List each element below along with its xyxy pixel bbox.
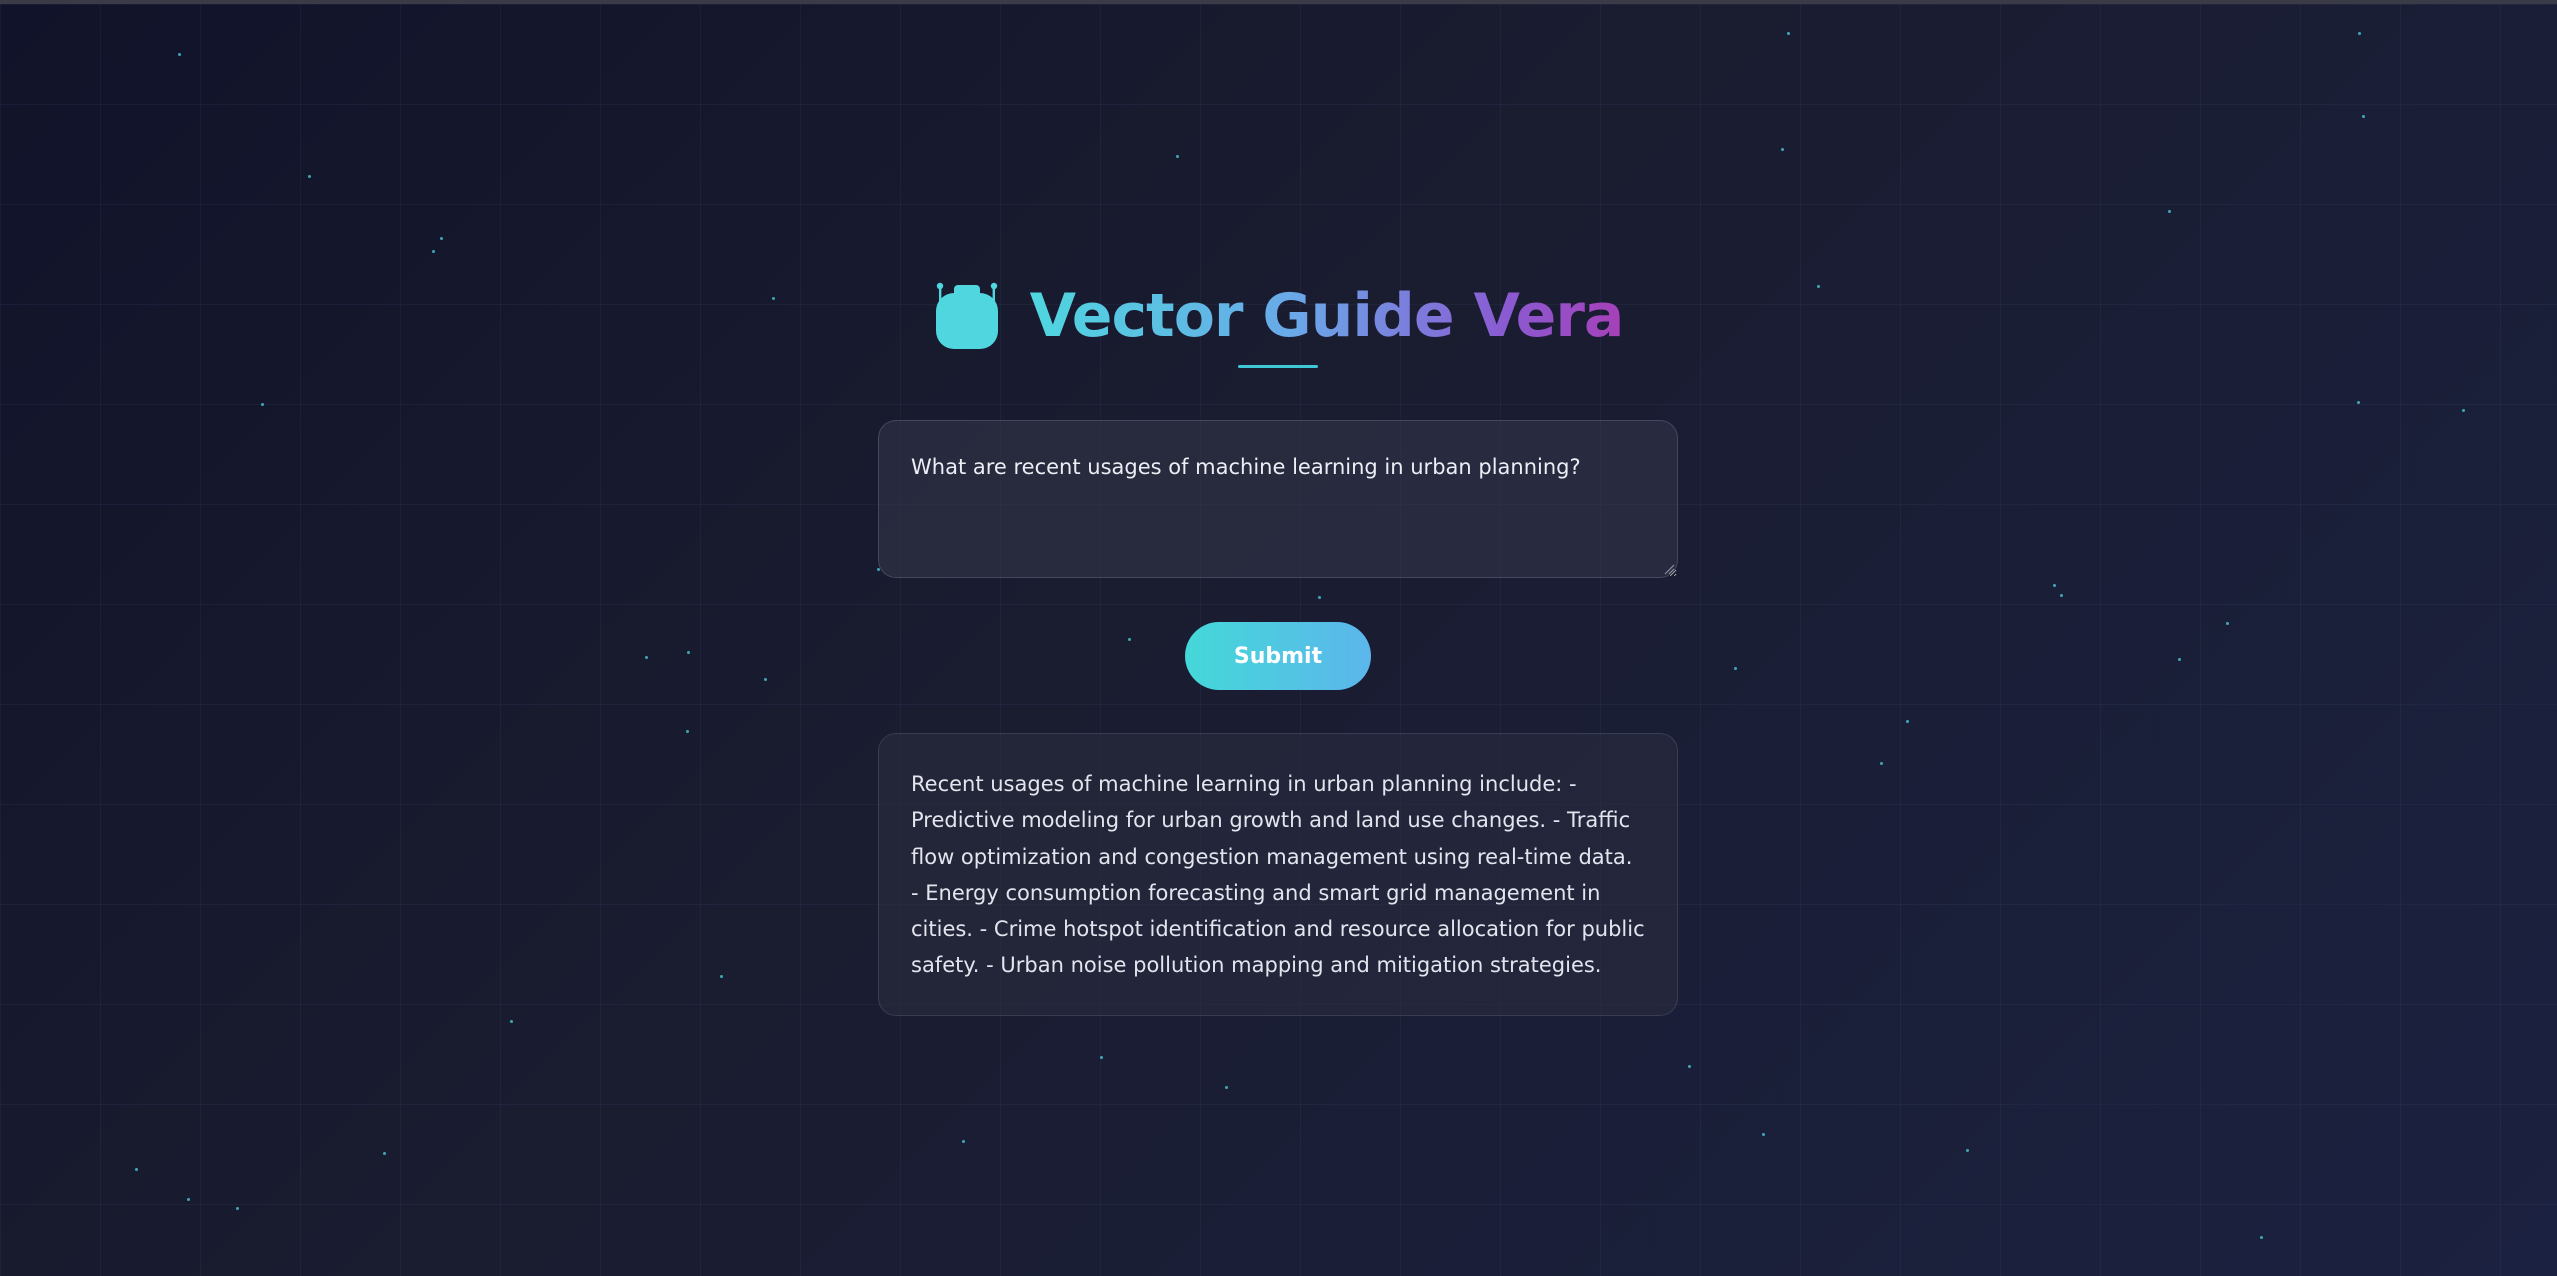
particle-dot (2168, 210, 2171, 213)
particle-dot (2358, 32, 2361, 35)
particle-dot (962, 1140, 965, 1143)
robot-icon (935, 282, 998, 349)
particle-dot (2357, 401, 2360, 404)
particle-dot (261, 403, 264, 406)
particle-dot (2060, 594, 2063, 597)
particle-dot (135, 1168, 138, 1171)
particle-dot (687, 651, 690, 654)
particle-dot (308, 175, 311, 178)
particle-dot (1100, 1056, 1103, 1059)
particle-dot (2462, 409, 2465, 412)
particle-dot (2362, 115, 2365, 118)
particle-dot (187, 1198, 190, 1201)
particle-dot (440, 237, 443, 240)
particle-dot (2226, 622, 2229, 625)
particle-dot (432, 250, 435, 253)
particle-dot (1906, 720, 1909, 723)
particle-dot (2178, 658, 2181, 661)
particle-dot (1781, 148, 1784, 151)
submit-button[interactable]: Submit (1185, 622, 1371, 690)
particle-dot (510, 1020, 513, 1023)
response-panel: Recent usages of machine learning in urb… (878, 733, 1678, 1016)
particle-dot (645, 656, 648, 659)
app-header: Vector Guide Vera (0, 276, 2557, 356)
particle-dot (720, 975, 723, 978)
particle-dot (2260, 1236, 2263, 1239)
particle-dot (1128, 638, 1131, 641)
query-input[interactable] (878, 420, 1678, 578)
particle-dot (1787, 32, 1790, 35)
particle-dot (2053, 584, 2056, 587)
particle-dot (764, 678, 767, 681)
particle-dot (1176, 155, 1179, 158)
particle-dot (1225, 1086, 1228, 1089)
particle-dot (236, 1207, 239, 1210)
particle-dot (1966, 1149, 1969, 1152)
particle-dot (1734, 667, 1737, 670)
particle-dot (686, 730, 689, 733)
particle-dot (1762, 1133, 1765, 1136)
particle-dot (1318, 596, 1321, 599)
particle-dot (1688, 1065, 1691, 1068)
response-text: Recent usages of machine learning in urb… (911, 772, 1645, 978)
particle-dot (178, 53, 181, 56)
particle-dot (1880, 762, 1883, 765)
particle-dot (383, 1152, 386, 1155)
title-underline (1238, 365, 1318, 368)
resize-handle-icon[interactable] (1663, 563, 1675, 575)
app-title: Vector Guide Vera (1030, 276, 1625, 356)
